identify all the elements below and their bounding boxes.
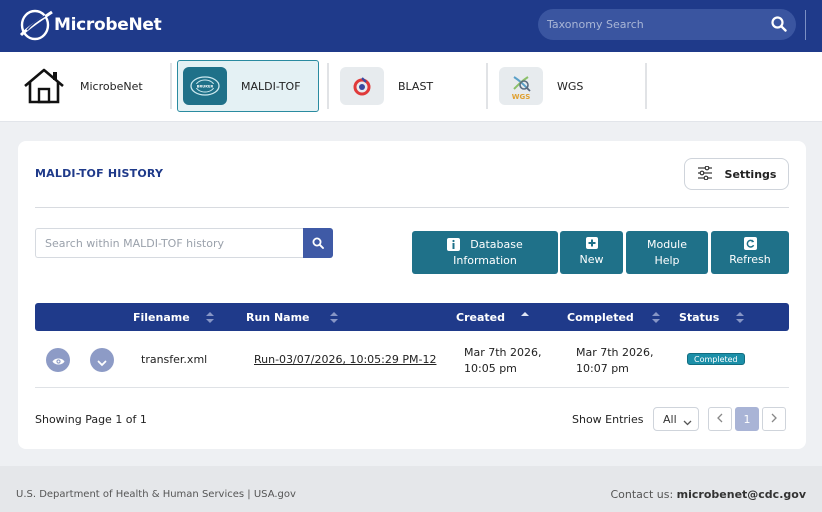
app-label-wgs: WGS xyxy=(557,79,584,93)
next-page-button[interactable] xyxy=(762,407,786,431)
search-icon[interactable] xyxy=(771,16,787,32)
sliders-icon xyxy=(697,165,713,183)
divider xyxy=(35,207,789,208)
app-microbenet[interactable]: MicrobeNet xyxy=(22,60,162,112)
settings-button[interactable]: Settings xyxy=(684,158,789,190)
app-maldi-tof[interactable]: BRUKER MALDI-TOF xyxy=(177,60,319,112)
row-completed-date: Mar 7th 2026, xyxy=(576,346,654,359)
refresh-button[interactable]: Refresh xyxy=(711,231,789,274)
column-label: Completed xyxy=(567,310,634,324)
database-information-label-1: Database xyxy=(470,237,523,251)
app-blast[interactable]: BLAST xyxy=(340,60,480,112)
app-wgs[interactable]: WGS WGS xyxy=(499,60,639,112)
expand-row-button[interactable] xyxy=(90,348,114,372)
contact-email-link[interactable]: microbenet@cdc.gov xyxy=(677,488,806,501)
column-label: Filename xyxy=(133,310,190,324)
entries-select-value: All xyxy=(663,412,677,426)
row-completed: Mar 7th 2026, 10:07 pm xyxy=(576,345,654,377)
svg-text:BRUKER: BRUKER xyxy=(197,85,214,89)
nav-separator xyxy=(170,63,172,109)
contact-label: Contact us: xyxy=(610,488,674,501)
column-label: Status xyxy=(679,310,720,324)
svg-text:WGS: WGS xyxy=(512,93,531,101)
chevron-down-icon xyxy=(683,416,692,426)
row-created-date: Mar 7th 2026, xyxy=(464,346,542,359)
header-divider xyxy=(805,10,806,40)
new-button[interactable]: New xyxy=(560,231,623,274)
row-completed-time: 10:07 pm xyxy=(576,362,629,375)
refresh-icon xyxy=(743,237,757,250)
footer-links[interactable]: U.S. Department of Health & Human Servic… xyxy=(16,489,296,500)
sort-icon[interactable] xyxy=(652,312,660,323)
microbenet-logo-icon xyxy=(18,8,54,42)
blast-logo-icon xyxy=(340,67,384,105)
sort-ascending-icon[interactable] xyxy=(521,312,529,323)
nav-separator xyxy=(645,63,647,109)
new-label: New xyxy=(579,253,604,266)
app-label-microbenet: MicrobeNet xyxy=(80,79,143,93)
home-icon xyxy=(22,67,66,105)
page-title: MALDI-TOF HISTORY xyxy=(35,167,164,180)
show-entries-label: Show Entries xyxy=(572,413,644,426)
bruker-logo-icon: BRUKER xyxy=(183,67,227,105)
settings-label: Settings xyxy=(724,167,777,181)
top-header: MicrobeNet xyxy=(0,0,822,52)
column-label: Run Name xyxy=(246,310,310,324)
refresh-label: Refresh xyxy=(729,253,771,266)
row-created: Mar 7th 2026, 10:05 pm xyxy=(464,345,542,377)
row-filename: transfer.xml xyxy=(141,353,208,366)
plus-square-icon xyxy=(585,237,598,249)
history-search-button[interactable] xyxy=(303,228,333,258)
previous-page-button[interactable] xyxy=(708,407,732,431)
history-search-input[interactable] xyxy=(35,228,304,258)
search-icon xyxy=(312,234,324,253)
table-row: transfer.xml Run-03/07/2026, 10:05:29 PM… xyxy=(35,331,789,388)
app-label-maldi-tof: MALDI-TOF xyxy=(241,79,301,93)
column-label: Created xyxy=(456,310,505,324)
nav-separator xyxy=(327,63,329,109)
module-help-label-2: Help xyxy=(654,253,680,267)
sort-icon[interactable] xyxy=(736,312,744,323)
history-search xyxy=(35,228,333,258)
eye-icon xyxy=(52,356,65,365)
sort-icon[interactable] xyxy=(330,312,338,323)
table-header: Filename Run Name Created Completed Stat… xyxy=(35,303,789,331)
module-help-label-1: Module xyxy=(647,237,687,251)
app-navigation: MicrobeNet BRUKER MALDI-TOF BLAST WGS WG… xyxy=(0,52,822,122)
taxonomy-search xyxy=(538,9,796,40)
info-icon xyxy=(447,238,461,251)
view-button[interactable] xyxy=(46,348,70,372)
chevron-left-icon xyxy=(717,413,723,426)
column-header-created[interactable]: Created xyxy=(456,303,505,331)
column-header-status[interactable]: Status xyxy=(679,303,719,331)
module-help-button[interactable]: Module Help xyxy=(626,231,708,274)
row-created-time: 10:05 pm xyxy=(464,362,517,375)
sort-icon[interactable] xyxy=(206,312,214,323)
history-card: MALDI-TOF HISTORY Settings Database Info… xyxy=(18,141,806,449)
database-information-button[interactable]: Database Information xyxy=(412,231,558,274)
database-information-label-2: Information xyxy=(453,253,517,267)
column-header-run-name[interactable]: Run Name xyxy=(246,303,310,331)
pagination-summary: Showing Page 1 of 1 xyxy=(35,413,147,426)
brand-name: MicrobeNet xyxy=(54,15,162,35)
entries-select[interactable]: All xyxy=(653,407,699,431)
row-run-name-link[interactable]: Run-03/07/2026, 10:05:29 PM-12 xyxy=(254,353,436,366)
footer-contact: Contact us: microbenet@cdc.gov xyxy=(610,488,806,501)
page-button-current[interactable]: 1 xyxy=(735,407,759,431)
column-header-completed[interactable]: Completed xyxy=(567,303,634,331)
wgs-logo-icon: WGS xyxy=(499,67,543,105)
taxonomy-search-input[interactable] xyxy=(538,9,763,40)
app-label-blast: BLAST xyxy=(398,79,434,93)
footer: U.S. Department of Health & Human Servic… xyxy=(0,466,822,512)
chevron-right-icon xyxy=(771,413,777,426)
nav-separator xyxy=(486,63,488,109)
column-header-filename[interactable]: Filename xyxy=(133,303,190,331)
status-badge: Completed xyxy=(687,353,745,365)
chevron-down-icon xyxy=(97,357,107,366)
microbenet-logo[interactable]: MicrobeNet xyxy=(18,8,162,42)
